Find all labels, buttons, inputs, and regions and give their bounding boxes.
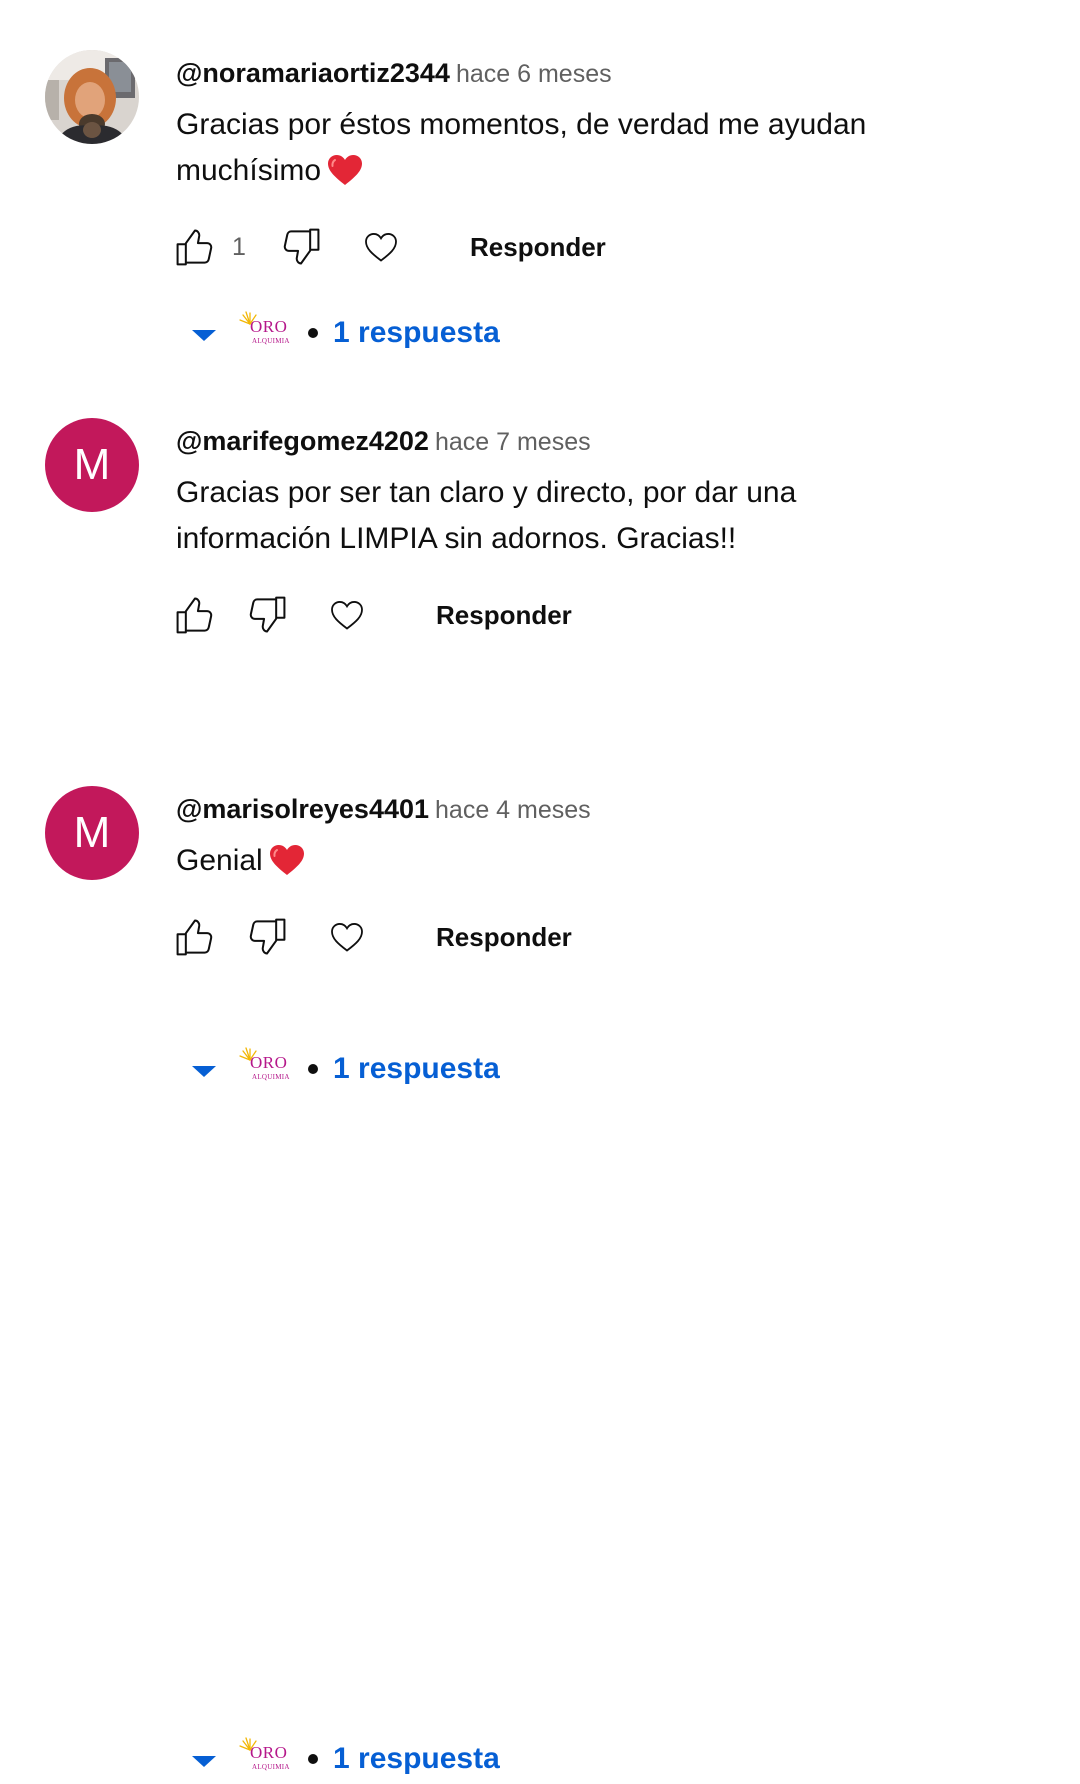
- reply-button[interactable]: Responder: [436, 920, 572, 954]
- replies-count-label[interactable]: 1 respuesta: [333, 1739, 500, 1779]
- comment-text-line: Gracias por éstos momentos, de verdad me…: [176, 108, 867, 141]
- comment-header: @marisolreyes4401 hace 4 meses: [176, 792, 591, 831]
- comment-header: @marifegomez4202 hace 7 meses: [176, 424, 591, 463]
- creator-logo: ORO ALQUIMIA: [238, 310, 292, 350]
- creator-logo-sub: ALQUIMIA: [252, 337, 290, 345]
- comment-text: Genial: [176, 838, 976, 890]
- view-replies-button[interactable]: ORO ALQUIMIA 1 respuesta: [188, 1046, 588, 1094]
- comment-author[interactable]: @marisolreyes4401: [176, 794, 429, 824]
- avatar[interactable]: [45, 50, 139, 144]
- avatar[interactable]: M: [45, 786, 139, 880]
- creator-logo: ORO ALQUIMIA: [238, 1736, 292, 1776]
- comment-text-line: muchísimo: [176, 154, 322, 187]
- like-count: 1: [232, 233, 246, 261]
- creator-heart-button[interactable]: [358, 224, 404, 270]
- like-button[interactable]: [172, 914, 218, 960]
- heart-outline-icon: [365, 233, 397, 262]
- comment-author[interactable]: @noramariaortiz2344: [176, 58, 450, 88]
- comment-author[interactable]: @marifegomez4202: [176, 426, 429, 456]
- thumbs-down-icon: [249, 918, 286, 955]
- comment-text: Gracias por ser tan claro y directo, por…: [176, 470, 976, 562]
- avatar-photo: [45, 50, 139, 144]
- view-replies-button[interactable]: ORO ALQUIMIA 1 respuesta: [188, 1736, 588, 1784]
- dislike-button[interactable]: [278, 224, 324, 270]
- comment-timestamp[interactable]: hace 4 meses: [435, 796, 591, 824]
- comment-text-line: Gracias por ser tan claro y directo, por…: [176, 476, 797, 509]
- creator-heart-button[interactable]: [324, 914, 370, 960]
- comment-header: @noramariaortiz2344 hace 6 meses: [176, 56, 612, 95]
- replies-count-label[interactable]: 1 respuesta: [333, 1049, 500, 1089]
- heart-outline-icon: [331, 923, 363, 952]
- like-button[interactable]: [172, 592, 218, 638]
- comment-text-line: Genial: [176, 844, 263, 877]
- separator-dot: [308, 1064, 318, 1074]
- comment-actions: 1 Responder: [172, 224, 872, 270]
- thumbs-down-icon: [249, 596, 286, 633]
- thumbs-up-icon: [176, 597, 213, 634]
- comments-list: @noramariaortiz2344 hace 6 meses Gracias …: [0, 0, 1080, 1775]
- creator-logo-word: ORO: [250, 1743, 288, 1762]
- creator-logo-sub: ALQUIMIA: [252, 1763, 290, 1771]
- thumbs-up-icon: [176, 229, 213, 266]
- avatar-letter: M: [73, 808, 111, 857]
- comment-actions: Responder: [172, 592, 872, 638]
- comment-actions: Responder: [172, 914, 872, 960]
- avatar[interactable]: M: [45, 418, 139, 512]
- creator-logo-word: ORO: [250, 317, 288, 336]
- caret-down-icon: [192, 330, 216, 341]
- avatar-letter: M: [73, 440, 111, 489]
- reply-button[interactable]: Responder: [470, 230, 606, 264]
- creator-heart-button[interactable]: [324, 592, 370, 638]
- heart-outline-icon: [331, 601, 363, 630]
- separator-dot: [308, 1754, 318, 1764]
- comment-text-line: información LIMPIA sin adornos. Gracias!…: [176, 522, 737, 555]
- heart-emoji-icon: [327, 154, 363, 200]
- like-button[interactable]: [172, 224, 218, 270]
- reply-button[interactable]: Responder: [436, 598, 572, 632]
- dislike-button[interactable]: [244, 914, 290, 960]
- replies-count-label[interactable]: 1 respuesta: [333, 313, 500, 353]
- thumbs-up-icon: [176, 919, 213, 956]
- comment-timestamp[interactable]: hace 7 meses: [435, 428, 591, 456]
- caret-down-icon: [192, 1756, 216, 1767]
- separator-dot: [308, 328, 318, 338]
- caret-down-icon: [192, 1066, 216, 1077]
- thumbs-down-icon: [283, 228, 320, 265]
- comment-text: Gracias por éstos momentos, de verdad me…: [176, 102, 976, 200]
- dislike-button[interactable]: [244, 592, 290, 638]
- view-replies-button[interactable]: ORO ALQUIMIA 1 respuesta: [188, 310, 588, 358]
- creator-logo-word: ORO: [250, 1053, 288, 1072]
- heart-emoji-icon: [269, 844, 305, 890]
- creator-logo: ORO ALQUIMIA: [238, 1046, 292, 1086]
- comment-timestamp[interactable]: hace 6 meses: [456, 60, 612, 88]
